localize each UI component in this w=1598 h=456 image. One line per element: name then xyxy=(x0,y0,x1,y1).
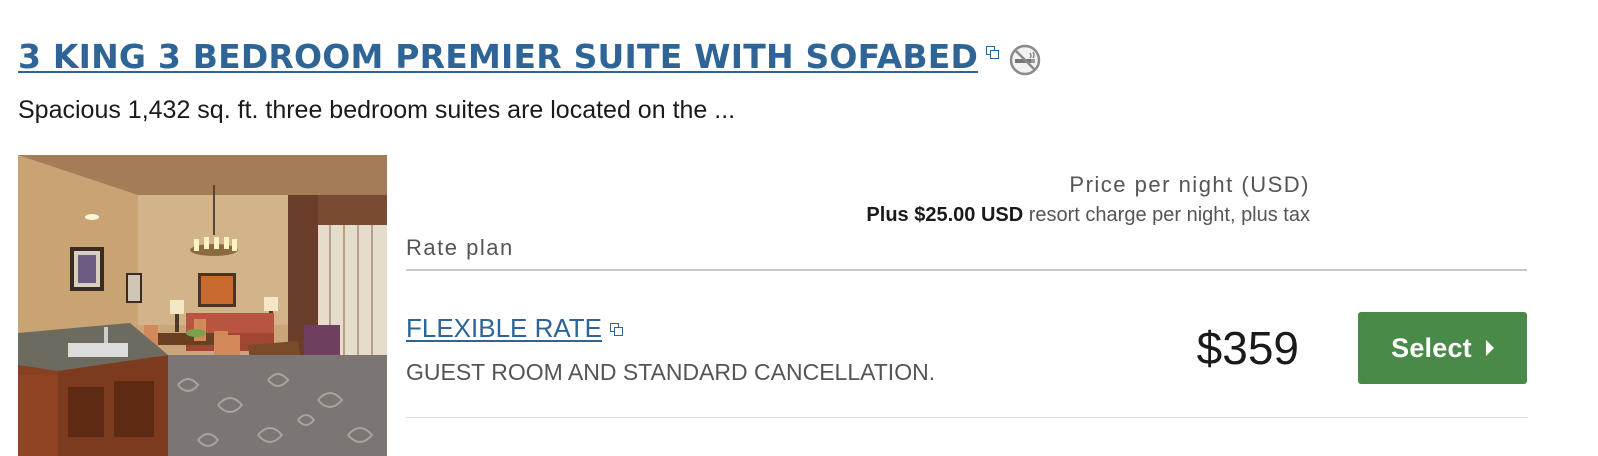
select-button-label: Select xyxy=(1391,332,1472,363)
external-link-icon[interactable] xyxy=(610,323,624,336)
room-title-row: 3 KING 3 BEDROOM PREMIER SUITE WITH SOFA… xyxy=(18,34,1041,80)
resort-charge-amount: Plus $25.00 USD xyxy=(866,204,1024,226)
rate-price: $359 xyxy=(1196,322,1299,374)
room-title-link[interactable]: 3 KING 3 BEDROOM PREMIER SUITE WITH SOFA… xyxy=(18,34,978,80)
resort-charge-note: Plus $25.00 USD resort charge per night,… xyxy=(790,202,1310,229)
room-photo[interactable] xyxy=(18,155,387,456)
price-column-header: Price per night (USD) Plus $25.00 USD re… xyxy=(790,170,1310,229)
rate-table-header: Rate plan Price per night (USD) Plus $25… xyxy=(406,168,1527,271)
resort-charge-text: resort charge per night, plus tax xyxy=(1023,204,1310,226)
caret-right-icon xyxy=(1485,340,1494,356)
rate-description: GUEST ROOM AND STANDARD CANCELLATION. xyxy=(406,359,936,385)
room-description: Spacious 1,432 sq. ft. three bedroom sui… xyxy=(18,96,736,124)
suite-living-room-image xyxy=(18,155,387,456)
select-button[interactable]: Select xyxy=(1358,312,1527,384)
rate-plan-column-label: Rate plan xyxy=(406,235,514,260)
no-smoking-icon xyxy=(1009,44,1041,76)
external-link-icon[interactable] xyxy=(986,46,1000,59)
rate-name-row: FLEXIBLE RATE xyxy=(406,311,624,345)
rate-row: FLEXIBLE RATE GUEST ROOM AND STANDARD CA… xyxy=(406,271,1527,418)
rate-name-link[interactable]: FLEXIBLE RATE xyxy=(406,311,602,345)
price-per-night-label: Price per night (USD) xyxy=(1069,172,1310,197)
